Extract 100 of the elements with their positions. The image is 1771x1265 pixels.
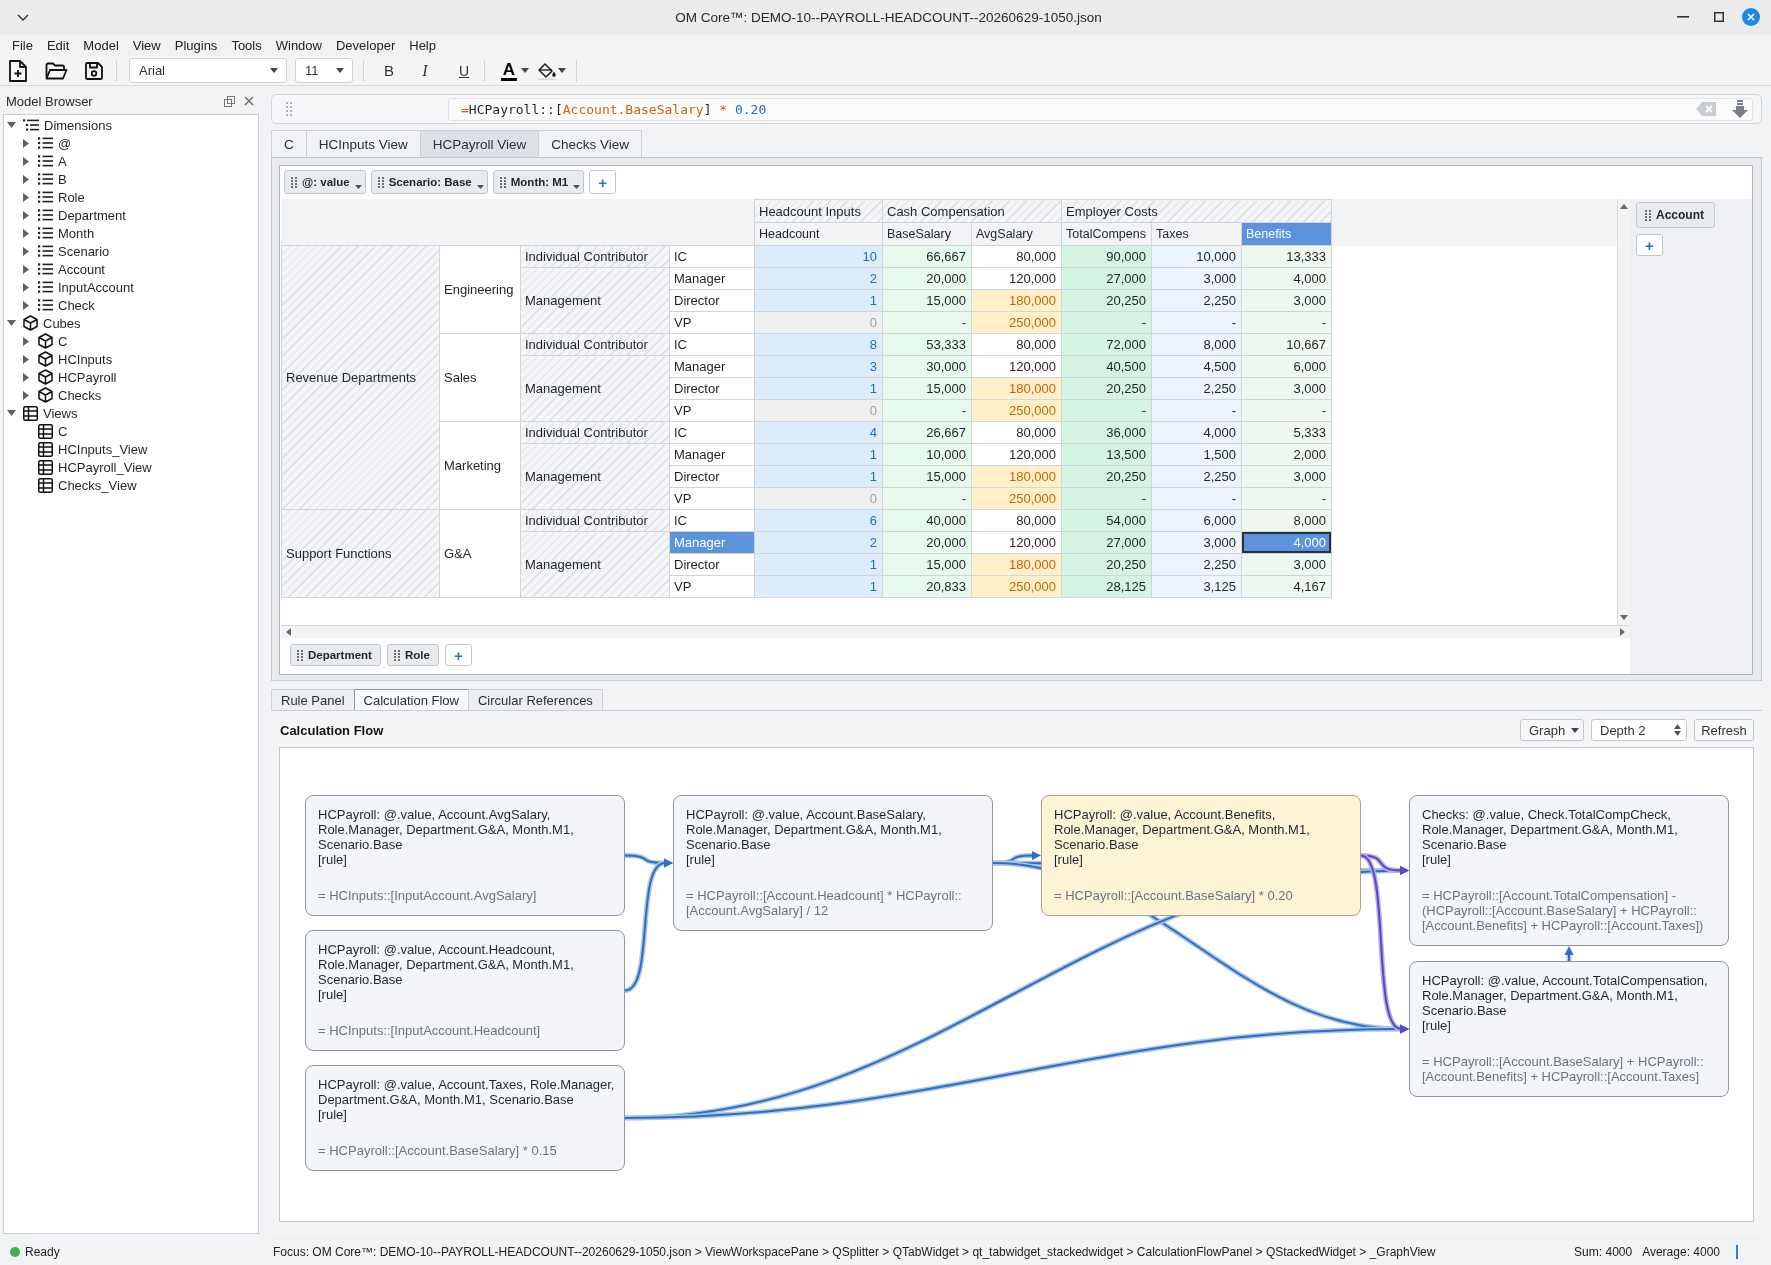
close-icon[interactable]: [244, 96, 254, 106]
caret-right-icon[interactable]: [23, 210, 29, 220]
caret-down-icon[interactable]: [6, 320, 16, 326]
tree-item[interactable]: Role: [38, 188, 85, 206]
tree-item[interactable]: HCInputs_View: [38, 440, 148, 458]
tree-item[interactable]: A: [38, 152, 67, 170]
caret-right-icon[interactable]: [23, 228, 29, 238]
flow-node[interactable]: HCPayroll: @.value, Account.Benefits, Role.Manager, Department.G&A, Month.M1, Scenario.Base [rule] = HCPayroll::[Account.BaseSalary] * 0.20: [1041, 795, 1361, 916]
caret-right-icon[interactable]: [23, 300, 29, 310]
row-dimension-chip[interactable]: Department: [290, 644, 381, 666]
close-icon[interactable]: [1742, 8, 1760, 26]
menu-item[interactable]: Developer: [329, 35, 403, 55]
tab[interactable]: Calculation Flow: [353, 689, 469, 710]
tab[interactable]: C: [271, 130, 307, 157]
caret-right-icon[interactable]: [23, 336, 29, 346]
tree-item[interactable]: @: [38, 134, 72, 152]
view-mode-dropdown[interactable]: Graph: [1520, 719, 1584, 741]
caret-right-icon[interactable]: [23, 264, 29, 274]
scroll-down-icon[interactable]: [1620, 615, 1628, 620]
tab[interactable]: Checks View: [538, 130, 643, 157]
underline-button[interactable]: U: [451, 58, 477, 83]
caret-right-icon[interactable]: [23, 138, 29, 148]
menu-item[interactable]: File: [5, 35, 40, 55]
add-row-dimension-button[interactable]: +: [444, 644, 472, 666]
row-header[interactable]: Management: [520, 267, 670, 334]
tree-item[interactable]: Views: [23, 404, 78, 422]
row-header[interactable]: Individual Contributor: [520, 509, 670, 532]
scroll-right-icon[interactable]: [1620, 628, 1625, 636]
tree-item[interactable]: Dimensions: [23, 116, 112, 134]
tree-item[interactable]: HCInputs: [38, 350, 113, 368]
refresh-button[interactable]: Refresh: [1694, 719, 1754, 741]
flow-node[interactable]: [1409, 795, 1729, 946]
filter-chip[interactable]: @: value: [284, 170, 366, 194]
caret-down-icon[interactable]: [521, 68, 529, 73]
tree-item[interactable]: Account: [38, 260, 105, 278]
add-column-dimension-button[interactable]: +: [1636, 234, 1663, 256]
flow-node[interactable]: HCPayroll: @.value, Account.Taxes, Role.Manager, Department.G&A, Month.M1, Scenario.Base [rule] = HCPayroll::[Account.BaseSalary] * 0.15: [305, 1065, 625, 1171]
horizontal-scrollbar[interactable]: [281, 625, 1630, 638]
row-header[interactable]: Sales: [439, 333, 521, 422]
row-header[interactable]: Individual Contributor: [520, 421, 670, 444]
tree-item[interactable]: Month: [38, 224, 95, 242]
tree-item[interactable]: C: [38, 332, 68, 350]
flow-node[interactable]: HCPayroll: @.value, Account.AvgSalary, Role.Manager, Department.G&A, Month.M1, Scenario.Base [rule] = HCInputs::[InputAccount.AvgSalary]: [305, 795, 625, 916]
flow-node[interactable]: [1409, 961, 1729, 1097]
row-header[interactable]: Management: [520, 443, 670, 510]
caret-down-icon[interactable]: [6, 122, 16, 128]
depth-spinbox[interactable]: Depth 2: [1591, 719, 1687, 741]
flow-node[interactable]: HCPayroll: @.value, Account.BaseSalary, Role.Manager, Department.G&A, Month.M1, Scenario.Base [rule] = HCPayroll::[Account.Headcount] * HCPayroll::[Account.AvgSalary] / 12: [673, 795, 993, 931]
tree-item[interactable]: Check: [38, 296, 95, 314]
tree-item[interactable]: HCPayroll_View: [38, 458, 152, 476]
filter-chip[interactable]: Scenario: Base: [370, 170, 488, 194]
column-dimension-chip[interactable]: Account: [1636, 202, 1715, 228]
menu-item[interactable]: Plugins: [167, 35, 225, 55]
down-arrow-icon[interactable]: [1732, 100, 1748, 118]
formula-field[interactable]: =HCPayroll::[Account.BaseSalary] * 0.20: [448, 97, 1753, 121]
tree-item[interactable]: HCPayroll: [38, 368, 117, 386]
menu-item[interactable]: Tools: [224, 35, 269, 55]
tree-item[interactable]: C: [38, 422, 68, 440]
row-header[interactable]: Engineering: [439, 245, 521, 334]
tree-item[interactable]: B: [38, 170, 67, 188]
add-filter-button[interactable]: +: [589, 170, 617, 194]
row-header[interactable]: Management: [520, 531, 670, 598]
menu-item[interactable]: Window: [268, 35, 329, 55]
menu-item[interactable]: Edit: [39, 35, 77, 55]
folder-icon[interactable]: [45, 61, 68, 80]
text-color-button[interactable]: A: [499, 58, 519, 83]
scroll-up-icon[interactable]: [1620, 204, 1628, 209]
caret-right-icon[interactable]: [23, 390, 29, 400]
vertical-scrollbar[interactable]: [1617, 199, 1630, 625]
row-header[interactable]: Revenue Departments: [281, 245, 440, 510]
caret-right-icon[interactable]: [23, 246, 29, 256]
caret-right-icon[interactable]: [23, 282, 29, 292]
grip-dots-icon[interactable]: [286, 102, 292, 116]
save-icon[interactable]: [85, 61, 103, 80]
caret-right-icon[interactable]: [23, 372, 29, 382]
row-header[interactable]: Management: [520, 355, 670, 422]
bold-button[interactable]: B: [376, 58, 402, 83]
minimize-icon[interactable]: [1677, 16, 1689, 18]
filter-chip[interactable]: Month: M1: [492, 170, 585, 194]
caret-down-icon[interactable]: [6, 410, 16, 416]
menu-item[interactable]: Help: [402, 35, 443, 55]
tab[interactable]: Rule Panel: [271, 689, 355, 710]
chevron-down-icon[interactable]: [17, 13, 29, 21]
maximize-icon[interactable]: [1714, 12, 1724, 22]
caret-down-icon[interactable]: [558, 68, 566, 73]
overlapping-squares-icon[interactable]: [224, 95, 235, 107]
caret-right-icon[interactable]: [23, 354, 29, 364]
tree-item[interactable]: Department: [38, 206, 126, 224]
tree-item[interactable]: Scenario: [38, 242, 110, 260]
tab[interactable]: HCPayroll View: [419, 130, 540, 157]
tree-item[interactable]: InputAccount: [38, 278, 134, 296]
column-header[interactable]: Headcount: [754, 222, 883, 246]
row-header[interactable]: Support Functions: [281, 509, 440, 598]
tab[interactable]: Circular References: [468, 689, 603, 710]
italic-button[interactable]: I: [412, 58, 438, 83]
menu-item[interactable]: View: [125, 35, 168, 55]
caret-right-icon[interactable]: [23, 174, 29, 184]
caret-right-icon[interactable]: [23, 192, 29, 202]
tree-item[interactable]: Checks_View: [38, 476, 137, 494]
row-header[interactable]: Marketing: [439, 421, 521, 510]
